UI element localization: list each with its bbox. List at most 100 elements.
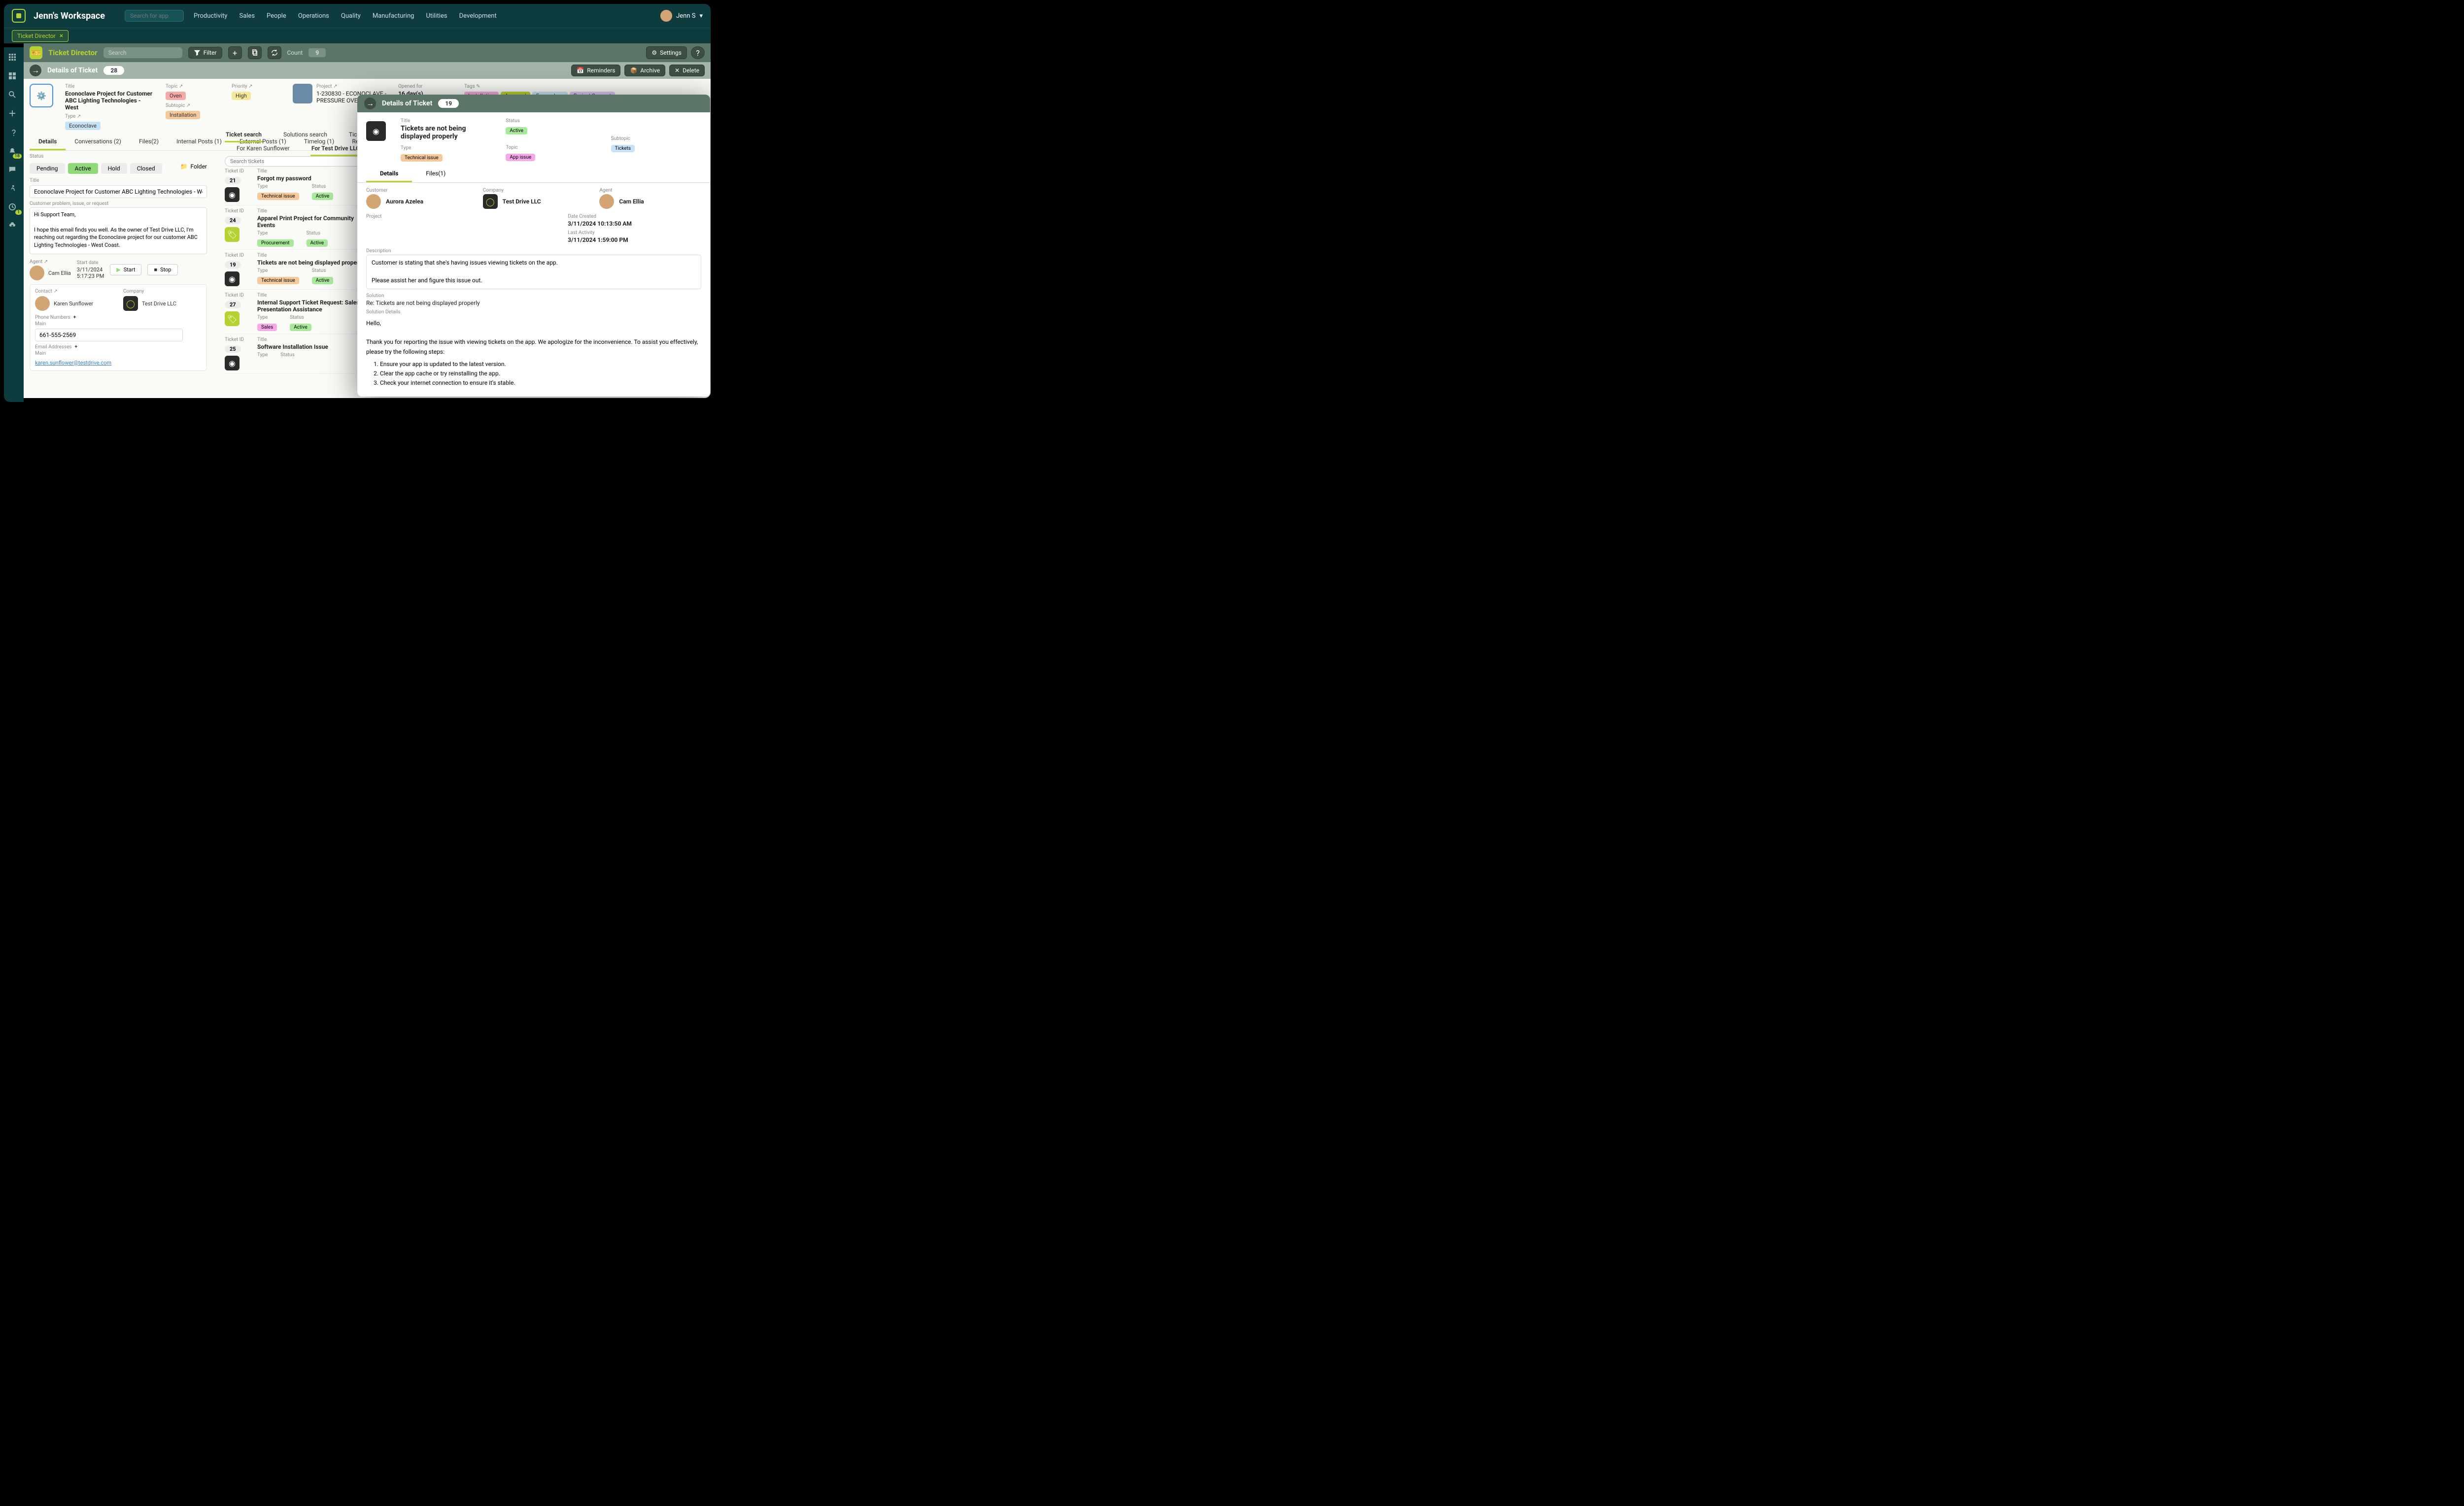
contact-card: Contact ↗ Karen Sunflower Company ◯ Test… (30, 284, 207, 371)
ticket-type-chip: Procurement (257, 239, 294, 247)
add-phone-icon[interactable]: + (73, 315, 76, 320)
title-input[interactable] (30, 185, 207, 198)
ticket-row[interactable]: Ticket ID 27 🏷 Title Internal Support Ti… (225, 290, 373, 334)
nav-utilities[interactable]: Utilities (426, 12, 447, 20)
app-search-input[interactable] (125, 10, 184, 22)
external-link-icon[interactable]: ↗ (53, 289, 57, 294)
add-button[interactable]: + (228, 46, 242, 59)
ticket-row[interactable]: Ticket ID 19 ◉ Title Tickets are not bei… (225, 250, 373, 290)
back-button[interactable]: → (30, 65, 41, 76)
start-date: 3/11/2024 (77, 267, 104, 273)
bell-icon[interactable]: 18 (9, 147, 19, 157)
external-link-icon[interactable]: ↗ (77, 114, 81, 119)
nav-operations[interactable]: Operations (298, 12, 329, 20)
cloud-upload-icon[interactable] (9, 222, 19, 232)
external-link-icon[interactable]: ↗ (179, 84, 183, 89)
float-company-label: Company (483, 188, 585, 193)
ticket-title: Forgot my password (257, 175, 373, 182)
tab-solutions-search[interactable]: Solutions search (282, 128, 328, 142)
status-active[interactable]: Active (68, 163, 98, 174)
close-icon[interactable]: × (60, 32, 63, 40)
external-link-icon[interactable]: ↗ (186, 103, 190, 108)
float-ticket-icon: ◉ (366, 121, 386, 141)
tab-files[interactable]: Files(2) (130, 134, 168, 150)
problem-label: Customer problem, issue, or request (30, 201, 207, 206)
edit-icon[interactable]: ✎ (476, 84, 480, 89)
external-link-icon[interactable]: ↗ (333, 84, 337, 89)
tab-bar: Ticket Director × (4, 28, 711, 43)
run-icon[interactable] (9, 184, 19, 194)
external-link-icon[interactable]: ↗ (248, 84, 252, 89)
status-pending[interactable]: Pending (30, 163, 65, 174)
dashboard-icon[interactable] (9, 72, 19, 82)
type-label: Type ↗ (65, 114, 154, 119)
nav-development[interactable]: Development (459, 12, 497, 20)
help-button[interactable]: ? (691, 46, 705, 59)
priority-label: Priority ↗ (232, 84, 281, 89)
grid-icon[interactable] (9, 53, 19, 63)
ticket-title-label: Title (257, 208, 373, 214)
ticket-search-input[interactable] (225, 156, 373, 167)
delete-button[interactable]: ✕ Delete (669, 65, 705, 76)
app-logo[interactable] (12, 9, 26, 23)
float-solution-label: Solution (366, 293, 701, 299)
ticket-type-label: Type (257, 231, 294, 236)
tab-details[interactable]: Details (30, 134, 66, 150)
plus-icon[interactable] (9, 109, 19, 119)
search-icon[interactable] (9, 91, 19, 100)
reminders-button[interactable]: 📅 Reminders (571, 65, 620, 76)
float-tab-details[interactable]: Details (366, 166, 412, 182)
stop-button[interactable]: ■Stop (147, 264, 177, 275)
nav-people[interactable]: People (267, 12, 286, 20)
ticket-row[interactable]: Ticket ID 21 ◉ Title Forgot my password … (225, 166, 373, 205)
float-project-label: Project (366, 214, 553, 219)
company-logo-icon: ◯ (483, 194, 498, 209)
ticket-type-chip: Technical issue (257, 277, 299, 284)
nav-quality[interactable]: Quality (341, 12, 361, 20)
folder-button[interactable]: 📁 Folder (180, 163, 207, 170)
chat-icon[interactable] (9, 166, 19, 175)
tab-conversations[interactable]: Conversations (2) (66, 134, 130, 150)
nav-sales[interactable]: Sales (239, 12, 255, 20)
clock-icon[interactable]: 1 (9, 203, 19, 213)
filter-button[interactable]: Filter (188, 47, 222, 59)
float-description[interactable]: Customer is stating that she's having is… (366, 255, 701, 289)
nav-manufacturing[interactable]: Manufacturing (373, 12, 414, 20)
status-hold[interactable]: Hold (101, 163, 127, 174)
start-button[interactable]: ▶Start (110, 264, 141, 275)
tab-internal-posts[interactable]: Internal Posts (1) (168, 134, 231, 150)
subtopic-label: Subtopic ↗ (166, 103, 220, 108)
tab-ticket-search[interactable]: Ticket search (225, 128, 263, 142)
float-title-label: Title (401, 118, 491, 124)
float-tab-files[interactable]: Files(1) (412, 166, 459, 182)
status-closed[interactable]: Closed (130, 163, 162, 174)
float-last-activity-label: Last Activity (568, 230, 701, 235)
tags-label: Tags ✎ (464, 84, 705, 89)
copy-button[interactable] (248, 46, 262, 59)
settings-button[interactable]: ⚙ Settings (646, 46, 687, 59)
subtab-contact[interactable]: For Karen Sunflower (236, 142, 291, 156)
search-input[interactable]: Search (103, 47, 182, 58)
app-tab-ticket-director[interactable]: Ticket Director × (12, 30, 68, 42)
ticket-status-chip: Active (312, 277, 334, 284)
ticket-row[interactable]: Ticket ID 25 ◉ Title Software Installati… (225, 334, 373, 374)
phone-label: Phone Numbers+ (35, 315, 202, 320)
bell-badge: 18 (13, 154, 22, 159)
nav-productivity[interactable]: Productivity (194, 12, 227, 20)
user-menu[interactable]: Jenn S ▾ (660, 10, 703, 22)
refresh-button[interactable] (268, 46, 281, 59)
email-link[interactable]: karen.sunflower@testdrive.com (35, 360, 111, 366)
float-back-button[interactable]: → (364, 98, 376, 109)
ticket-title: Tickets are not being displayed properly (257, 259, 373, 266)
float-title: Details of Ticket (382, 100, 432, 107)
external-link-icon[interactable]: ↗ (44, 259, 48, 265)
status-label: Status (30, 154, 207, 159)
help-icon[interactable]: ? (9, 128, 19, 138)
problem-textarea[interactable]: Hi Support Team, I hope this email finds… (30, 207, 207, 254)
ticket-row[interactable]: Ticket ID 24 🏷 Title Apparel Print Proje… (225, 205, 373, 250)
opened-label: Opened for (398, 84, 452, 89)
add-email-icon[interactable]: + (74, 344, 77, 350)
phone-input[interactable] (35, 329, 183, 341)
tab-label: Ticket Director (17, 33, 56, 39)
archive-button[interactable]: 📦 Archive (624, 65, 665, 76)
